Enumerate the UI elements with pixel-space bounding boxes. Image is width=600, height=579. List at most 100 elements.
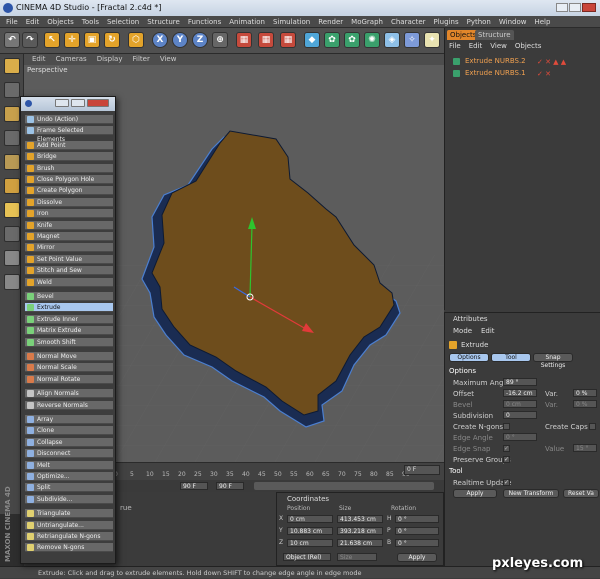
- menu-window[interactable]: Window: [499, 16, 527, 27]
- minimize-icon[interactable]: [556, 3, 568, 12]
- palette-item-mirror[interactable]: Mirror: [25, 243, 113, 253]
- workplane-icon[interactable]: [4, 274, 20, 290]
- viewport-menu-cameras[interactable]: Cameras: [56, 54, 87, 65]
- palette-item-dissolve[interactable]: Dissolve: [25, 197, 113, 207]
- render-settings-icon[interactable]: ▦: [280, 32, 296, 48]
- checker-icon[interactable]: [4, 250, 20, 266]
- camera-icon[interactable]: ✧: [404, 32, 420, 48]
- render-picture-icon[interactable]: ▦: [258, 32, 274, 48]
- bevel-field[interactable]: 0 cm: [503, 400, 537, 408]
- palette-item-set-point-value[interactable]: Set Point Value: [25, 254, 113, 264]
- var1-field[interactable]: 0 %: [573, 389, 597, 397]
- tab-structure[interactable]: Structure: [475, 30, 514, 40]
- reset-values-button[interactable]: Reset Va: [563, 489, 599, 498]
- playback-buttons[interactable]: [254, 482, 434, 490]
- palette-item-bevel[interactable]: Bevel: [25, 292, 113, 301]
- new-transform-button[interactable]: New Transform: [503, 489, 559, 498]
- y-axis-button[interactable]: Y: [172, 32, 188, 48]
- max-angle-field[interactable]: 89 °: [503, 378, 537, 386]
- light-icon[interactable]: ✦: [424, 32, 440, 48]
- palette-item-subdivide[interactable]: Subdivide...: [25, 494, 113, 504]
- coordinate-size-select[interactable]: Size: [337, 553, 377, 561]
- palette-item-untriangulate[interactable]: Untriangulate...: [25, 520, 113, 530]
- coord-rotation-field[interactable]: 0 °: [395, 527, 439, 535]
- palette-item-melt[interactable]: Melt: [25, 460, 113, 470]
- palette-item-weld[interactable]: Weld: [25, 277, 113, 287]
- palette-item-create-polygon[interactable]: Create Polygon: [25, 186, 113, 196]
- palette-item-reverse-normals[interactable]: Reverse Normals: [25, 400, 113, 410]
- menu-render[interactable]: Render: [318, 16, 343, 27]
- object-row[interactable]: Extrude NURBS.1 ✓ ✕: [449, 68, 597, 78]
- z-axis-button[interactable]: Z: [192, 32, 208, 48]
- menu-functions[interactable]: Functions: [188, 16, 221, 27]
- start-frame-field[interactable]: 90 F: [180, 482, 208, 490]
- palette-item-clone[interactable]: Clone: [25, 426, 113, 436]
- coordinates-apply-button[interactable]: Apply: [397, 553, 437, 562]
- palette-item-close-polygon-hole[interactable]: Close Polygon Hole: [25, 175, 113, 184]
- close-icon[interactable]: [582, 3, 596, 12]
- menu-objects[interactable]: Objects: [47, 16, 73, 27]
- x-axis-button[interactable]: X: [152, 32, 168, 48]
- deformer-icon[interactable]: ✺: [364, 32, 380, 48]
- object-row[interactable]: Extrude NURBS.2 ✓ ✕ ▲ ▲: [449, 56, 597, 66]
- attributes-menu-edit[interactable]: Edit: [481, 327, 495, 335]
- render-view-icon[interactable]: ▦: [236, 32, 252, 48]
- value-field[interactable]: 15 °: [573, 444, 597, 452]
- make-editable-icon[interactable]: [4, 58, 20, 74]
- coordinate-system-icon[interactable]: ⊕: [212, 32, 228, 48]
- menu-simulation[interactable]: Simulation: [273, 16, 310, 27]
- palette-item-normal-scale[interactable]: Normal Scale: [25, 363, 113, 373]
- coord-position-field[interactable]: 10 cm: [287, 539, 333, 547]
- points-mode-icon[interactable]: [4, 154, 20, 170]
- palette-item-normal-rotate[interactable]: Normal Rotate: [25, 374, 113, 384]
- maximize-icon[interactable]: [569, 3, 581, 12]
- palette-item-frame-selected-elements[interactable]: Frame Selected Elements: [25, 126, 113, 143]
- palette-item-retriangulate-n-gons[interactable]: Retriangulate N-gons: [25, 532, 113, 541]
- create-ngons-checkbox[interactable]: [503, 423, 510, 430]
- objects-menu-objects[interactable]: Objects: [515, 42, 541, 50]
- coord-size-field[interactable]: 393.218 cm: [337, 527, 383, 535]
- scale-icon[interactable]: ▣: [84, 32, 100, 48]
- coord-position-field[interactable]: 10.883 cm: [287, 527, 333, 535]
- menu-python[interactable]: Python: [467, 16, 491, 27]
- axis-mode-icon[interactable]: [4, 226, 20, 242]
- palette-maximize-icon[interactable]: [71, 99, 85, 107]
- palette-item-smooth-shift[interactable]: Smooth Shift: [25, 337, 113, 347]
- palette-item-magnet[interactable]: Magnet: [25, 232, 113, 241]
- palette-item-extrude[interactable]: Extrude: [25, 303, 113, 313]
- menu-plugins[interactable]: Plugins: [434, 16, 459, 27]
- objects-menu-edit[interactable]: Edit: [469, 42, 483, 50]
- objects-menu-view[interactable]: View: [490, 42, 507, 50]
- redo-icon[interactable]: ↷: [22, 32, 38, 48]
- palette-close-icon[interactable]: [87, 99, 109, 107]
- menu-help[interactable]: Help: [534, 16, 550, 27]
- coord-position-field[interactable]: 0 cm: [287, 515, 333, 523]
- palette-item-normal-move[interactable]: Normal Move: [25, 352, 113, 361]
- palette-item-align-normals[interactable]: Align Normals: [25, 389, 113, 399]
- palette-item-optimize[interactable]: Optimize...: [25, 472, 113, 481]
- var2-field[interactable]: 0 %: [573, 400, 597, 408]
- cube-icon[interactable]: ◆: [304, 32, 320, 48]
- palette-item-remove-n-gons[interactable]: Remove N-gons: [25, 543, 113, 553]
- palette-item-iron[interactable]: Iron: [25, 209, 113, 219]
- end-frame-field[interactable]: 90 F: [216, 482, 244, 490]
- palette-item-triangulate[interactable]: Triangulate: [25, 509, 113, 519]
- palette-item-extrude-inner[interactable]: Extrude Inner: [25, 314, 113, 324]
- palette-minimize-icon[interactable]: [55, 99, 69, 107]
- realtime-update-checkbox[interactable]: ✓: [503, 479, 510, 486]
- edges-mode-icon[interactable]: [4, 178, 20, 194]
- palette-item-undo-action[interactable]: Undo (Action): [25, 115, 113, 124]
- scene-icon[interactable]: ◈: [384, 32, 400, 48]
- palette-item-split[interactable]: Split: [25, 483, 113, 493]
- window-controls[interactable]: [556, 3, 596, 13]
- palette-titlebar[interactable]: [21, 97, 115, 111]
- viewport-menu-view[interactable]: View: [160, 54, 177, 65]
- menu-animation[interactable]: Animation: [229, 16, 265, 27]
- edge-angle-field[interactable]: 0 °: [503, 433, 537, 441]
- move-icon[interactable]: ✛: [64, 32, 80, 48]
- coord-rotation-field[interactable]: 0 °: [395, 515, 439, 523]
- palette-item-stitch-and-sew[interactable]: Stitch and Sew: [25, 266, 113, 276]
- offset-field[interactable]: -16.2 cm: [503, 389, 537, 397]
- tab-snap-settings[interactable]: Snap Settings: [533, 353, 573, 369]
- array-icon[interactable]: ✿: [344, 32, 360, 48]
